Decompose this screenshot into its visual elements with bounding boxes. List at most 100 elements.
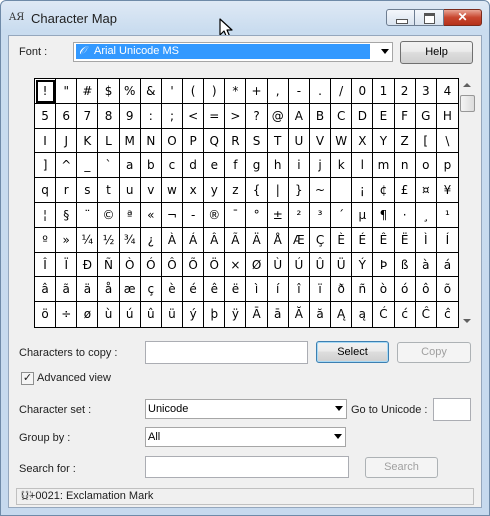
character-cell[interactable]: : bbox=[140, 103, 162, 129]
character-cell[interactable]: ± bbox=[267, 202, 289, 228]
character-cell[interactable]: þ bbox=[204, 302, 226, 327]
character-cell[interactable]: Q bbox=[204, 128, 226, 154]
character-cell[interactable]: ú bbox=[120, 302, 141, 327]
character-cell[interactable]: F bbox=[394, 103, 416, 129]
character-cell[interactable]: ÷ bbox=[56, 302, 78, 327]
character-cell[interactable]: á bbox=[436, 253, 458, 278]
grid-scrollbar[interactable] bbox=[459, 78, 476, 328]
character-cell[interactable]: h bbox=[267, 153, 289, 179]
character-cell[interactable]: v bbox=[140, 178, 162, 203]
character-cell[interactable]: O bbox=[161, 128, 184, 154]
character-cell[interactable]: ÿ bbox=[225, 302, 247, 327]
character-cell[interactable]: ¿ bbox=[140, 227, 162, 253]
character-cell[interactable]: y bbox=[204, 178, 226, 203]
character-cell[interactable]: - bbox=[288, 79, 310, 104]
character-cell[interactable]: É bbox=[352, 227, 374, 253]
character-cell[interactable]: 8 bbox=[98, 103, 120, 129]
character-cell[interactable]: i bbox=[288, 153, 310, 179]
character-cell[interactable]: u bbox=[119, 178, 141, 203]
character-cell[interactable]: C bbox=[331, 103, 353, 129]
character-cell[interactable]: + bbox=[246, 79, 268, 104]
character-cell[interactable]: b bbox=[140, 153, 162, 179]
characters-to-copy-input[interactable] bbox=[145, 341, 308, 364]
character-cell[interactable]: « bbox=[140, 202, 162, 228]
character-cell[interactable]: 4 bbox=[436, 79, 458, 104]
character-cell[interactable]: Ú bbox=[288, 252, 310, 278]
character-cell[interactable]: 2 bbox=[394, 79, 416, 104]
character-cell[interactable]: ù bbox=[98, 302, 120, 327]
character-cell[interactable]: ½ bbox=[98, 227, 120, 253]
character-cell[interactable]: > bbox=[225, 103, 247, 129]
search-button[interactable]: Search bbox=[365, 457, 438, 478]
character-cell[interactable]: è bbox=[161, 277, 184, 303]
character-cell[interactable]: ´ bbox=[331, 202, 353, 228]
character-grid[interactable]: ! " # $% & '() * +, -./0 1 2 3 4 5 6 7 8 9:; < = >? @ A B C D E F G H… bbox=[34, 78, 459, 328]
character-cell[interactable]: m bbox=[373, 153, 395, 179]
character-cell[interactable]: B bbox=[309, 103, 332, 129]
character-cell[interactable]: G bbox=[415, 103, 437, 129]
character-cell[interactable]: ° bbox=[246, 202, 268, 228]
character-cell[interactable]: ¡ bbox=[352, 178, 374, 203]
character-cell[interactable]: % bbox=[119, 79, 141, 104]
character-cell[interactable]: Ã bbox=[225, 227, 247, 253]
character-cell[interactable]: L bbox=[98, 128, 120, 154]
character-cell[interactable]: K bbox=[77, 128, 99, 154]
character-cell[interactable]: g bbox=[246, 153, 268, 179]
character-cell[interactable]: q bbox=[35, 178, 57, 203]
character-cell[interactable]: D bbox=[352, 103, 374, 129]
help-button[interactable]: Help bbox=[400, 41, 473, 64]
character-cell[interactable]: ® bbox=[204, 202, 226, 228]
character-cell[interactable]: æ bbox=[119, 277, 141, 303]
character-cell[interactable]: V bbox=[309, 128, 332, 154]
character-cell[interactable]: z bbox=[225, 178, 247, 203]
character-cell[interactable]: ü bbox=[162, 302, 184, 327]
character-cell[interactable]: = bbox=[204, 103, 226, 129]
character-cell[interactable]: Z bbox=[394, 128, 416, 154]
character-cell[interactable]: Ĉ bbox=[416, 302, 437, 327]
character-cell[interactable]: a bbox=[119, 153, 141, 179]
character-cell[interactable]: ì bbox=[246, 277, 268, 303]
character-cell[interactable]: $ bbox=[98, 79, 120, 104]
character-cell[interactable]: @ bbox=[267, 103, 289, 129]
character-cell[interactable]: Ą bbox=[331, 302, 353, 327]
character-cell[interactable]: º bbox=[35, 227, 57, 253]
character-cell[interactable]: Y bbox=[373, 128, 395, 154]
character-cell[interactable]: ' bbox=[161, 79, 184, 104]
character-cell[interactable]: ! bbox=[35, 79, 57, 104]
character-cell[interactable]: ¶ bbox=[373, 202, 395, 228]
character-cell[interactable]: J bbox=[56, 128, 78, 154]
character-cell[interactable]: S bbox=[246, 128, 268, 154]
character-cell[interactable]: ¾ bbox=[119, 227, 141, 253]
character-cell[interactable]: N bbox=[140, 128, 162, 154]
character-cell[interactable]: Ê bbox=[373, 227, 395, 253]
character-cell[interactable]: Ä bbox=[246, 227, 268, 253]
character-cell[interactable]: Õ bbox=[183, 252, 205, 278]
character-cell[interactable]: ô bbox=[415, 277, 437, 303]
character-cell[interactable]: ¢ bbox=[373, 178, 395, 203]
character-cell[interactable]: Ì bbox=[415, 227, 437, 253]
character-cell[interactable]: ó bbox=[394, 277, 416, 303]
character-cell[interactable]: - bbox=[183, 202, 205, 228]
character-cell[interactable]: P bbox=[183, 128, 205, 154]
character-cell[interactable]: , bbox=[267, 79, 289, 104]
character-cell[interactable]: 0 bbox=[352, 79, 374, 104]
character-cell[interactable]: ê bbox=[204, 277, 226, 303]
character-cell[interactable]: · bbox=[394, 202, 416, 228]
character-cell[interactable]: Ò bbox=[119, 252, 141, 278]
character-cell[interactable]: k bbox=[331, 153, 353, 179]
character-cell[interactable]: f bbox=[225, 153, 247, 179]
character-cell[interactable]: l bbox=[352, 153, 374, 179]
character-cell[interactable]: \ bbox=[436, 129, 458, 154]
character-cell[interactable]: ç bbox=[140, 277, 162, 303]
character-cell[interactable]: t bbox=[98, 178, 120, 203]
minimize-button[interactable] bbox=[386, 9, 415, 26]
character-cell[interactable]: û bbox=[141, 302, 162, 327]
character-cell[interactable]: Ø bbox=[246, 252, 268, 278]
character-cell[interactable]: ã bbox=[56, 277, 78, 303]
character-cell[interactable]: A bbox=[288, 103, 310, 129]
font-dropdown[interactable]: 𝒪 Arial Unicode MS bbox=[73, 42, 393, 62]
character-cell[interactable] bbox=[331, 178, 353, 203]
character-cell[interactable]: ā bbox=[268, 302, 289, 327]
character-cell[interactable]: ) bbox=[204, 79, 226, 104]
character-cell[interactable]: Î bbox=[35, 252, 57, 278]
